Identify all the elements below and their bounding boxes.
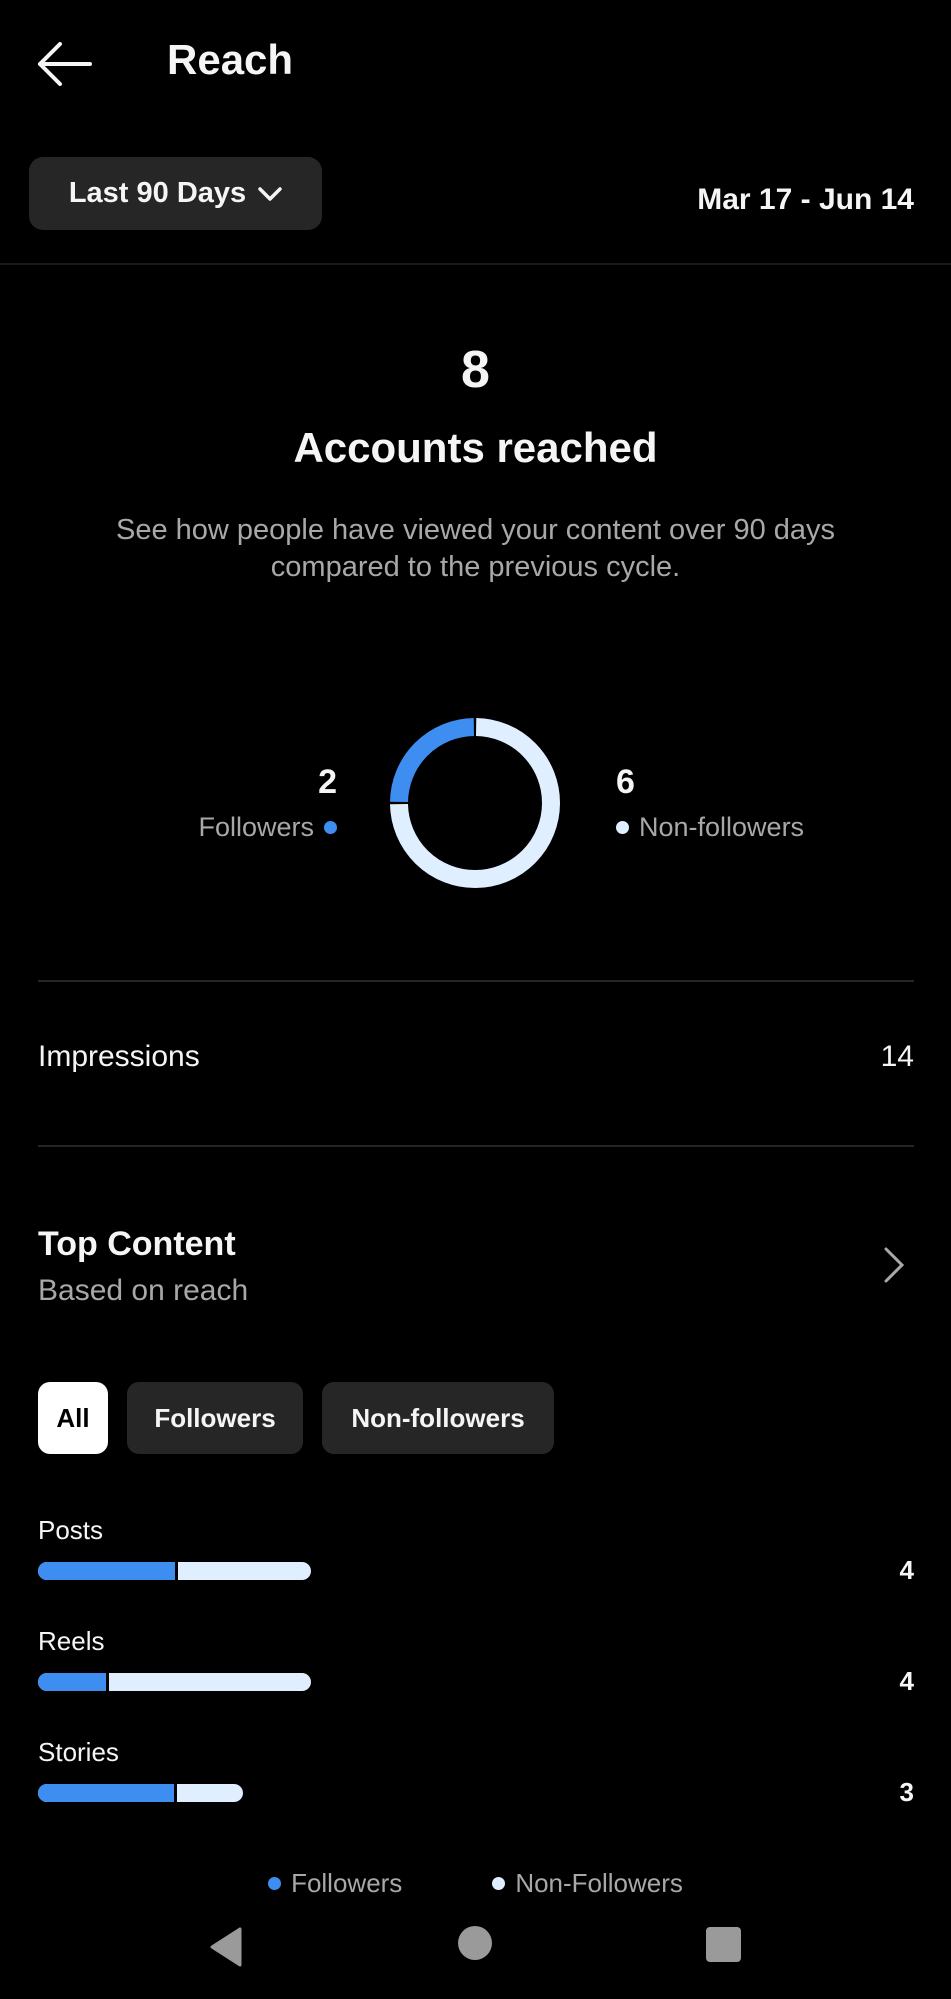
divider bbox=[38, 1145, 914, 1147]
category-label-posts: Posts bbox=[38, 1515, 104, 1545]
date-range-label: Last 90 Days bbox=[68, 177, 247, 209]
category-value-posts: 4 bbox=[899, 1555, 914, 1585]
bar-posts-followers bbox=[38, 1562, 178, 1580]
legend-followers: Followers bbox=[268, 1872, 402, 1894]
bar-stories-followers bbox=[38, 1784, 178, 1802]
date-range-text: Mar 17 - Jun 14 bbox=[697, 183, 914, 216]
legend-non-followers-label: Non-Followers bbox=[515, 1872, 683, 1894]
bar-posts bbox=[38, 1562, 311, 1580]
accounts-reached-label: Accounts reached bbox=[293, 424, 658, 471]
non-followers-count: 6 bbox=[616, 763, 635, 801]
followers-count: 2 bbox=[318, 763, 337, 801]
followers-label: Followers bbox=[198, 812, 314, 842]
tab-all[interactable]: All bbox=[38, 1382, 108, 1454]
donut-segment-followers bbox=[390, 718, 475, 803]
reach-donut-chart bbox=[390, 718, 560, 888]
divider bbox=[0, 263, 951, 265]
impressions-value: 14 bbox=[880, 1040, 914, 1073]
followers-dot-icon bbox=[268, 1876, 282, 1890]
bar-reels-followers bbox=[38, 1673, 110, 1691]
legend-followers-label: Followers bbox=[291, 1872, 403, 1894]
page-title: Reach bbox=[167, 36, 294, 83]
summary-description: See how people have viewed your content … bbox=[115, 514, 836, 583]
chevron-down-icon bbox=[258, 186, 282, 201]
tab-non-followers[interactable]: Non-followers bbox=[322, 1382, 554, 1454]
category-label-stories: Stories bbox=[38, 1737, 119, 1767]
category-value-reels: 4 bbox=[899, 1666, 914, 1696]
back-arrow-icon[interactable] bbox=[36, 42, 94, 86]
impressions-label: Impressions bbox=[38, 1040, 200, 1073]
top-content-title[interactable]: Top Content bbox=[38, 1225, 236, 1264]
divider bbox=[38, 980, 914, 982]
bar-reels bbox=[38, 1673, 311, 1691]
accounts-reached-count: 8 bbox=[461, 341, 490, 399]
bar-legend: Followers Non-Followers bbox=[0, 1872, 951, 1894]
category-value-stories: 3 bbox=[899, 1777, 914, 1807]
nav-home-icon[interactable] bbox=[458, 1926, 492, 1960]
non-followers-dot-icon bbox=[492, 1876, 506, 1890]
non-followers-dot-icon bbox=[616, 821, 629, 834]
category-label-reels: Reels bbox=[38, 1626, 105, 1656]
legend-non-followers: Non-Followers bbox=[492, 1872, 683, 1894]
date-range-dropdown[interactable]: Last 90 Days bbox=[29, 157, 322, 230]
tab-followers[interactable]: Followers bbox=[127, 1382, 303, 1454]
bar-stories bbox=[38, 1784, 243, 1802]
nav-back-icon[interactable] bbox=[208, 1927, 242, 1967]
chevron-right-icon[interactable] bbox=[880, 1245, 908, 1285]
followers-dot-icon bbox=[324, 821, 337, 834]
top-content-subtitle: Based on reach bbox=[38, 1274, 249, 1307]
non-followers-legend: Non-followers bbox=[616, 812, 804, 843]
followers-legend: Followers bbox=[198, 812, 337, 843]
nav-recents-icon[interactable] bbox=[706, 1927, 741, 1962]
system-nav-bar bbox=[0, 1900, 951, 1999]
non-followers-label: Non-followers bbox=[639, 812, 805, 842]
